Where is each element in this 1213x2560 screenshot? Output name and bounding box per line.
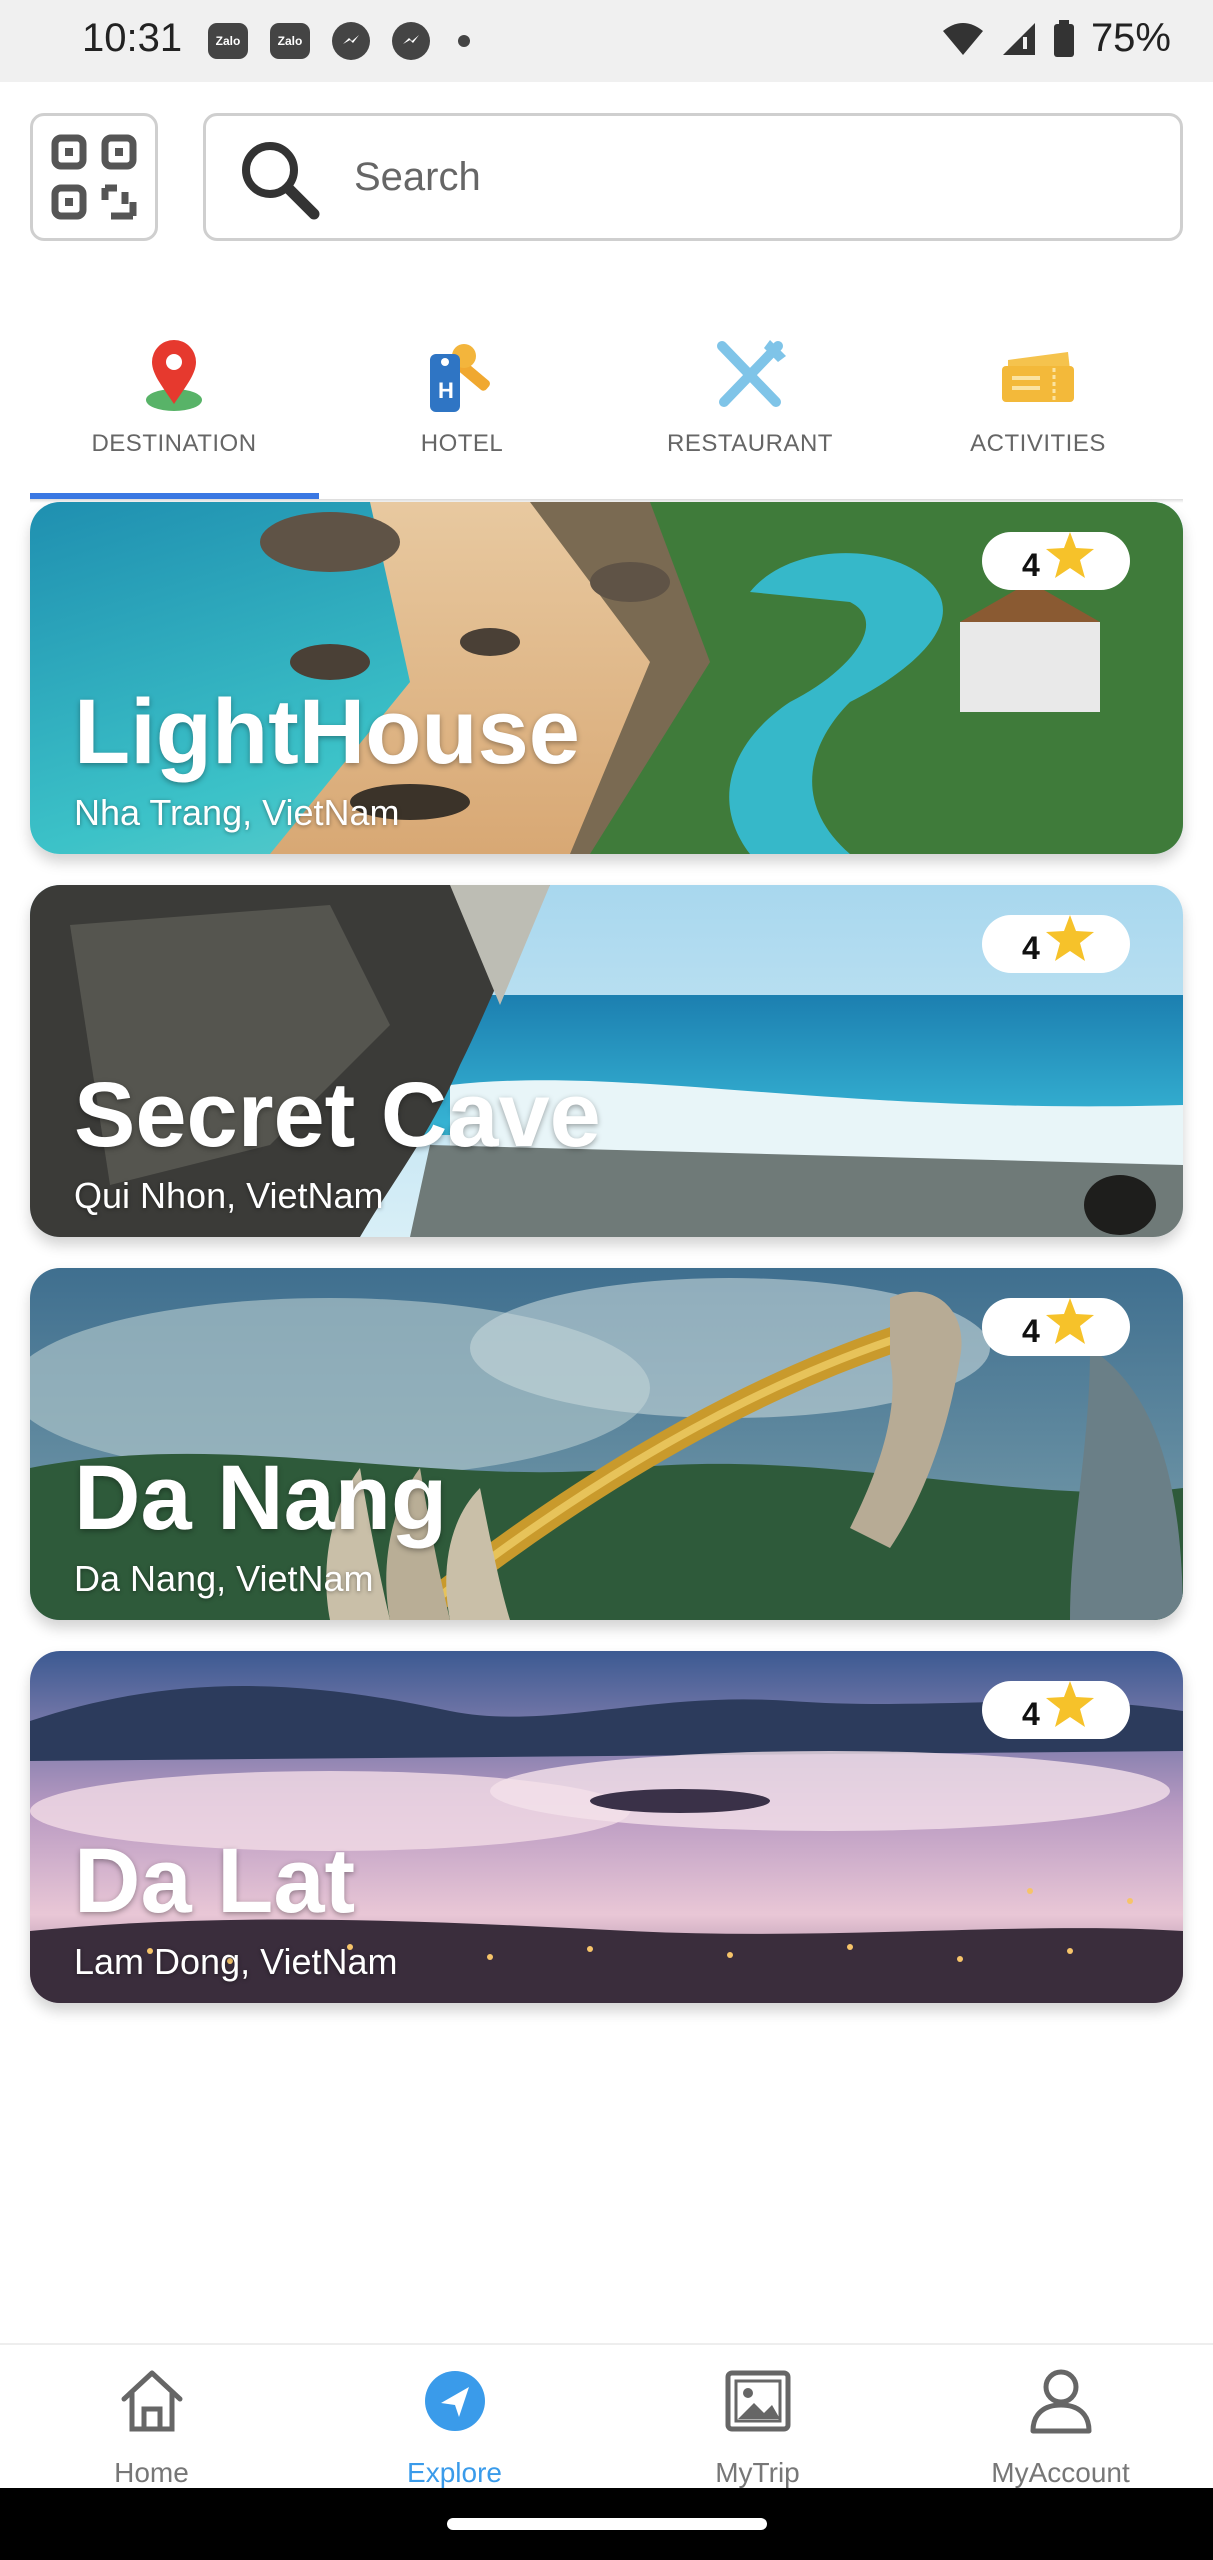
zalo-notification-icon: Zalo	[270, 23, 310, 59]
nav-label: Explore	[407, 2457, 502, 2488]
hotel-key-icon: H	[430, 344, 490, 412]
user-icon	[1030, 2369, 1091, 2434]
destination-title: Da Lat	[74, 1830, 356, 1932]
qr-scan-button[interactable]	[30, 113, 158, 241]
star-icon	[1045, 1298, 1094, 1344]
status-time: 10:31	[82, 16, 183, 60]
destination-card[interactable]: Secret Cave Qui Nhon, VietNam 4	[30, 885, 1183, 1237]
nav-myaccount[interactable]: MyAccount	[909, 2345, 1212, 2490]
location-pin-icon	[146, 340, 202, 411]
destination-location: Nha Trang, VietNam	[74, 792, 400, 833]
nav-label: MyAccount	[991, 2457, 1130, 2488]
cutlery-icon	[717, 340, 786, 407]
tab-label: RESTAURANT	[667, 430, 833, 457]
gallery-icon	[725, 2370, 790, 2432]
destination-title: Secret Cave	[74, 1064, 601, 1166]
rating-badge: 4	[982, 915, 1130, 973]
battery-percentage: 75%	[1090, 16, 1171, 60]
rating-badge: 4	[982, 532, 1130, 590]
search-input[interactable]	[354, 144, 1134, 210]
messenger-notification-icon	[332, 22, 370, 60]
zalo-notification-icon: Zalo	[208, 23, 248, 59]
rating-value: 4	[1022, 546, 1040, 583]
rating-value: 4	[1022, 1695, 1040, 1732]
search-icon[interactable]	[234, 134, 324, 224]
rating-badge: 4	[982, 1681, 1130, 1739]
bottom-navigation: Home Explore MyTrip MyAccount	[0, 2343, 1213, 2488]
system-status-icons: 75%	[941, 16, 1171, 61]
nav-explore[interactable]: Explore	[303, 2345, 606, 2490]
nav-mytrip[interactable]: MyTrip	[606, 2345, 909, 2490]
status-bar: 10:31 Zalo Zalo 75%	[0, 0, 1213, 82]
system-gesture-bar	[0, 2488, 1213, 2560]
rating-value: 4	[1022, 929, 1040, 966]
wifi-icon	[942, 22, 983, 55]
ticket-icon	[1002, 352, 1074, 402]
battery-icon	[1053, 19, 1074, 57]
destination-location: Lam Dong, VietNam	[74, 1941, 398, 1982]
destination-location: Da Nang, VietNam	[74, 1558, 374, 1599]
destination-card[interactable]: LightHouse Nha Trang, VietNam 4	[30, 502, 1183, 854]
signal-icon	[1002, 22, 1035, 55]
tab-label: ACTIVITIES	[970, 430, 1106, 457]
tab-activities[interactable]: ACTIVITIES	[894, 318, 1182, 500]
more-notifications-icon	[458, 35, 470, 47]
tab-destination[interactable]: DESTINATION	[30, 318, 318, 500]
destination-card[interactable]: Da Lat Lam Dong, VietNam 4	[30, 1651, 1183, 2003]
tab-label: HOTEL	[420, 430, 504, 457]
category-tabs: DESTINATION H HOTEL RESTAURANT ACTIVITIE…	[30, 318, 1183, 500]
rating-badge: 4	[982, 1298, 1130, 1356]
destination-title: LightHouse	[74, 681, 580, 783]
tab-hotel[interactable]: H HOTEL	[318, 318, 606, 500]
compass-icon	[424, 2371, 485, 2431]
destination-card[interactable]: Da Nang Da Nang, VietNam 4	[30, 1268, 1183, 1620]
tab-restaurant[interactable]: RESTAURANT	[606, 318, 894, 500]
nav-home[interactable]: Home	[0, 2345, 303, 2490]
tab-label: DESTINATION	[91, 430, 257, 457]
nav-label: Home	[114, 2457, 189, 2488]
notification-icons: Zalo Zalo	[208, 22, 470, 60]
svg-text:H: H	[438, 378, 454, 403]
star-icon	[1045, 915, 1094, 961]
messenger-notification-icon	[392, 22, 430, 60]
rating-value: 4	[1022, 1312, 1040, 1349]
star-icon	[1045, 1681, 1094, 1727]
search-bar[interactable]	[203, 113, 1183, 241]
destination-title: Da Nang	[74, 1447, 448, 1549]
qr-code-icon	[51, 134, 137, 220]
star-icon	[1045, 532, 1094, 578]
home-gesture-handle[interactable]	[447, 2518, 767, 2530]
nav-label: MyTrip	[715, 2457, 800, 2488]
home-icon	[121, 2370, 182, 2432]
destination-location: Qui Nhon, VietNam	[74, 1175, 384, 1216]
